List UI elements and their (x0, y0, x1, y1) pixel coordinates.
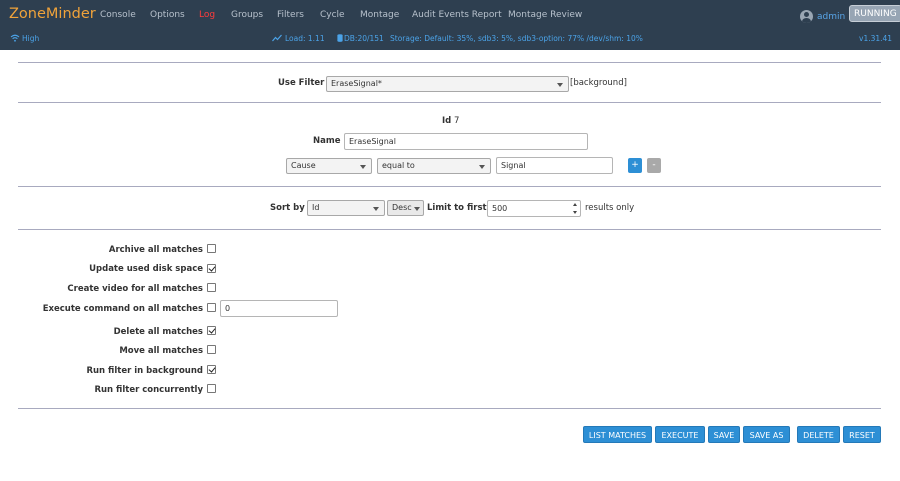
chevron-down-icon (557, 83, 563, 87)
limit-input[interactable]: 500 (487, 200, 581, 217)
save-as-button[interactable]: SAVE AS (743, 426, 790, 443)
user-name: admin (817, 11, 846, 22)
wifi-icon (10, 34, 20, 42)
add-term-button[interactable]: + (628, 158, 642, 173)
chart-line-icon (272, 34, 282, 42)
execute-command-checkbox[interactable] (207, 303, 216, 312)
limit-suffix: results only (585, 203, 635, 213)
term-attribute-select[interactable]: Cause (286, 158, 372, 174)
divider (18, 186, 881, 187)
save-button[interactable]: SAVE (708, 426, 740, 443)
run-concurrently-checkbox[interactable] (207, 384, 216, 393)
spinner-arrows-icon[interactable] (572, 202, 579, 215)
id-value: 7 (454, 116, 460, 126)
chevron-down-icon (360, 165, 366, 169)
execute-command-input[interactable]: 0 (220, 300, 338, 317)
term-value-input[interactable]: Signal (496, 157, 613, 174)
divider (18, 62, 881, 63)
delete-matches-checkbox[interactable] (207, 326, 216, 335)
reset-button[interactable]: RESET (843, 426, 881, 443)
nav-console[interactable]: Console (100, 10, 136, 20)
sort-field-select[interactable]: Id (307, 200, 385, 216)
run-background-label: Run filter in background (86, 366, 203, 376)
user-circle-icon (800, 10, 813, 23)
divider (18, 102, 881, 103)
nav-audit-events-report[interactable]: Audit Events Report (412, 10, 502, 20)
chevron-down-icon (479, 165, 485, 169)
run-background-checkbox[interactable] (207, 365, 216, 374)
sort-by-label: Sort by (270, 203, 305, 213)
create-video-checkbox[interactable] (207, 283, 216, 292)
storage-status: Storage: Default: 35%, sdb3: 5%, sdb3-op… (390, 34, 643, 43)
run-state-button[interactable]: RUNNING (849, 5, 900, 22)
limit-label: Limit to first (427, 203, 487, 213)
nav-filters[interactable]: Filters (277, 10, 304, 20)
user-menu[interactable]: admin (800, 10, 845, 23)
use-filter-value: EraseSignal* (331, 79, 382, 88)
load-status: Load: 1.11 (285, 34, 325, 43)
create-video-label: Create video for all matches (67, 284, 203, 294)
background-note: [background] (570, 78, 627, 88)
remove-term-button[interactable]: - (647, 158, 661, 173)
move-matches-checkbox[interactable] (207, 345, 216, 354)
nav-cycle[interactable]: Cycle (320, 10, 345, 20)
execute-button[interactable]: EXECUTE (655, 426, 705, 443)
run-concurrently-label: Run filter concurrently (94, 385, 203, 395)
term-operator-select[interactable]: equal to (377, 158, 491, 174)
nav-montage-review[interactable]: Montage Review (508, 10, 582, 20)
divider (18, 408, 881, 409)
nav-montage[interactable]: Montage (360, 10, 399, 20)
sort-field-value: Id (312, 203, 320, 212)
term-operator-value: equal to (382, 161, 415, 170)
chevron-down-icon (373, 207, 379, 211)
sort-direction-select[interactable]: Desc (387, 200, 424, 216)
sort-direction-value: Desc (392, 203, 412, 212)
term-attribute-value: Cause (291, 161, 316, 170)
brand-logo[interactable]: ZoneMinder (9, 6, 96, 22)
use-filter-select[interactable]: EraseSignal* (326, 76, 569, 92)
archive-checkbox[interactable] (207, 244, 216, 253)
name-input[interactable]: EraseSignal (344, 133, 588, 150)
top-navbar: ZoneMinder Console Options Log Groups Fi… (0, 0, 900, 50)
version-link[interactable]: v1.31.41 (859, 34, 892, 43)
use-filter-label: Use Filter (278, 78, 325, 88)
move-matches-label: Move all matches (119, 346, 203, 356)
update-disk-space-checkbox[interactable] (207, 264, 216, 273)
chevron-down-icon (414, 207, 420, 211)
delete-button[interactable]: DELETE (797, 426, 840, 443)
db-status: DB:20/151 (344, 34, 384, 43)
nav-groups[interactable]: Groups (231, 10, 263, 20)
name-label: Name (313, 136, 341, 146)
limit-value: 500 (492, 204, 508, 213)
nav-log[interactable]: Log (199, 10, 215, 20)
divider (18, 229, 881, 230)
delete-matches-label: Delete all matches (113, 327, 203, 337)
database-icon (337, 34, 343, 42)
id-label: Id (442, 116, 452, 126)
list-matches-button[interactable]: LIST MATCHES (583, 426, 652, 443)
update-disk-space-label: Update used disk space (89, 264, 203, 274)
nav-options[interactable]: Options (150, 10, 185, 20)
bandwidth-link[interactable]: High (22, 34, 39, 43)
execute-command-label: Execute command on all matches (42, 304, 203, 314)
archive-label: Archive all matches (108, 245, 203, 255)
